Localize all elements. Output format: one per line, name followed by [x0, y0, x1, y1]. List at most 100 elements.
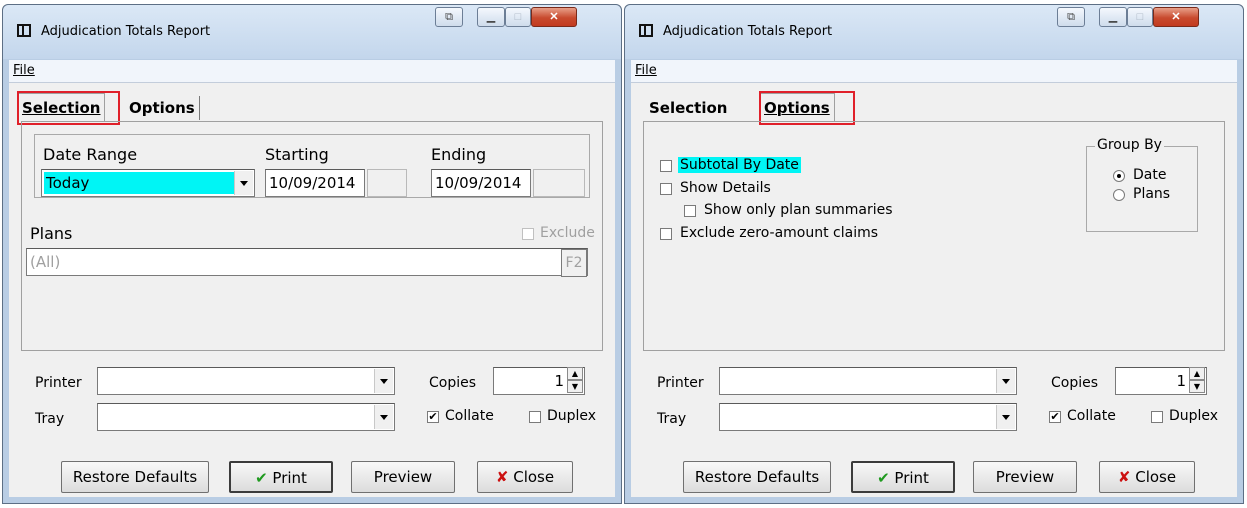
date-group: Date Range Today Starting 10/09/2014 End… — [34, 134, 590, 198]
window-title: Adjudication Totals Report — [663, 24, 833, 39]
spin-up-icon[interactable]: ▲ — [567, 367, 583, 380]
restore-defaults-button[interactable]: Restore Defaults — [61, 461, 209, 493]
copies-value: 1 — [1176, 372, 1186, 390]
restore-defaults-button[interactable]: Restore Defaults — [683, 461, 831, 493]
plans-value: (All) — [30, 253, 61, 271]
printer-combo[interactable] — [97, 367, 395, 395]
printer-label: Printer — [657, 375, 704, 391]
close-icon[interactable]: ✕ — [1153, 7, 1199, 27]
ending-label: Ending — [431, 145, 487, 164]
options-panel: Subtotal By Date Show Details Show only … — [643, 121, 1225, 351]
copies-spinner[interactable]: ▲ ▼ — [1189, 367, 1205, 395]
dropdown-arrow-icon[interactable] — [374, 405, 393, 429]
green-checkmark-icon: ✔ — [877, 469, 890, 487]
extra-titlebar-icon[interactable]: ⧉ — [1057, 7, 1085, 27]
app-window-icon — [639, 24, 653, 37]
group-by-date-radio[interactable] — [1113, 170, 1125, 182]
selection-panel: Date Range Today Starting 10/09/2014 End… — [21, 121, 603, 351]
print-button-label: Print — [894, 469, 929, 487]
red-x-icon: ✘ — [1117, 468, 1131, 486]
collate-label: Collate — [445, 408, 494, 424]
group-by-label: Group By — [1095, 137, 1164, 153]
selection-tab-callout — [17, 91, 120, 125]
subtotal-by-date-checkbox[interactable] — [660, 160, 672, 172]
group-by-box: Group By Date Plans — [1086, 137, 1198, 232]
ending-date-field[interactable]: 10/09/2014 — [431, 169, 531, 197]
preview-button[interactable]: Preview — [351, 461, 455, 493]
group-by-date-label: Date — [1133, 167, 1167, 183]
tray-label: Tray — [35, 411, 65, 427]
minimize-icon[interactable]: ▁ — [1099, 7, 1127, 27]
starting-date-field[interactable]: 10/09/2014 — [265, 169, 365, 197]
date-range-combo[interactable]: Today — [41, 169, 255, 197]
collate-checkbox[interactable]: ✔ — [1049, 411, 1061, 423]
menu-file[interactable]: File — [13, 63, 35, 78]
tab-options[interactable]: Options — [125, 96, 200, 120]
menu-file[interactable]: File — [635, 63, 657, 78]
maximize-icon[interactable]: □ — [1127, 7, 1153, 27]
print-button-label: Print — [272, 469, 307, 487]
spin-up-icon[interactable]: ▲ — [1189, 367, 1205, 380]
dropdown-arrow-icon[interactable] — [234, 171, 253, 195]
window-title: Adjudication Totals Report — [41, 24, 211, 39]
duplex-checkbox[interactable] — [1151, 411, 1163, 423]
show-plan-summaries-checkbox[interactable] — [684, 205, 696, 217]
exclude-zero-checkbox[interactable] — [660, 228, 672, 240]
report-window-options: Adjudication Totals Report ⧉ ▁ □ ✕ File … — [624, 4, 1244, 504]
maximize-icon[interactable]: □ — [505, 7, 531, 27]
copies-label: Copies — [1051, 375, 1099, 391]
plans-label: Plans — [30, 224, 73, 243]
copies-spinner[interactable]: ▲ ▼ — [567, 367, 583, 395]
close-icon[interactable]: ✕ — [531, 7, 577, 27]
tray-combo[interactable] — [97, 403, 395, 431]
preview-button[interactable]: Preview — [973, 461, 1077, 493]
minimize-icon[interactable]: ▁ — [477, 7, 505, 27]
copies-label: Copies — [429, 375, 477, 391]
print-button[interactable]: ✔ Print — [229, 461, 333, 493]
tab-selection[interactable]: Selection — [645, 96, 731, 120]
printer-label: Printer — [35, 375, 82, 391]
f2-button[interactable]: F2 — [561, 249, 587, 277]
copies-field[interactable]: 1 ▲ ▼ — [493, 367, 585, 395]
dialog-client: Selection Options Subtotal By Date Show … — [631, 83, 1237, 497]
dropdown-arrow-icon[interactable] — [996, 369, 1015, 393]
spin-down-icon[interactable]: ▼ — [1189, 380, 1205, 393]
tray-combo[interactable] — [719, 403, 1017, 431]
extra-titlebar-icon[interactable]: ⧉ — [435, 7, 463, 27]
tray-label: Tray — [657, 411, 687, 427]
date-range-label: Date Range — [43, 145, 138, 164]
app-window-icon — [17, 24, 31, 37]
close-button[interactable]: ✘ Close — [1099, 461, 1195, 493]
title-bar[interactable]: Adjudication Totals Report ⧉ ▁ □ ✕ — [3, 5, 621, 59]
close-button[interactable]: ✘ Close — [477, 461, 573, 493]
show-details-checkbox[interactable] — [660, 183, 672, 195]
starting-label: Starting — [265, 145, 329, 164]
subtotal-by-date-label: Subtotal By Date — [678, 157, 801, 173]
show-details-label: Show Details — [680, 180, 771, 196]
spin-down-icon[interactable]: ▼ — [567, 380, 583, 393]
dialog-client: Selection Options Date Range Today Start… — [9, 83, 615, 497]
duplex-checkbox[interactable] — [529, 411, 541, 423]
close-button-label: Close — [1135, 468, 1177, 486]
copies-value: 1 — [554, 372, 564, 390]
printer-combo[interactable] — [719, 367, 1017, 395]
print-button[interactable]: ✔ Print — [851, 461, 955, 493]
dropdown-arrow-icon[interactable] — [996, 405, 1015, 429]
starting-time-field — [367, 169, 407, 197]
collate-label: Collate — [1067, 408, 1116, 424]
group-by-plans-label: Plans — [1133, 186, 1171, 202]
date-range-value: Today — [44, 172, 234, 194]
exclude-zero-label: Exclude zero-amount claims — [680, 225, 879, 241]
menu-bar: File — [631, 60, 1237, 83]
title-bar[interactable]: Adjudication Totals Report ⧉ ▁ □ ✕ — [625, 5, 1243, 59]
collate-checkbox[interactable]: ✔ — [427, 411, 439, 423]
close-button-label: Close — [513, 468, 555, 486]
report-window-selection: Adjudication Totals Report ⧉ ▁ □ ✕ File … — [2, 4, 622, 504]
plans-field[interactable]: (All) F2 — [26, 248, 588, 277]
dropdown-arrow-icon[interactable] — [374, 369, 393, 393]
exclude-label: Exclude — [540, 225, 595, 241]
copies-field[interactable]: 1 ▲ ▼ — [1115, 367, 1207, 395]
exclude-checkbox[interactable] — [522, 228, 534, 240]
group-by-plans-radio[interactable] — [1113, 189, 1125, 201]
duplex-label: Duplex — [1169, 408, 1219, 424]
